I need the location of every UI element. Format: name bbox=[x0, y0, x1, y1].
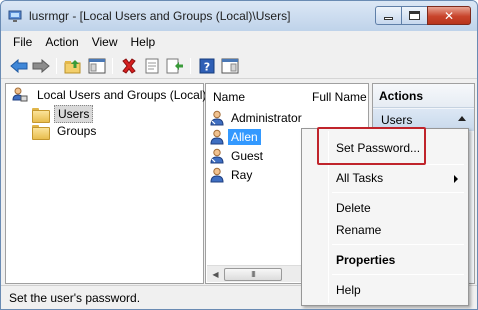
menu-item-help[interactable]: Help bbox=[336, 283, 361, 297]
back-button[interactable] bbox=[9, 57, 29, 75]
submenu-arrow-icon bbox=[454, 175, 458, 183]
minimize-button[interactable] bbox=[375, 6, 401, 25]
actions-section-label: Users bbox=[381, 113, 413, 127]
tree-item-label: Users bbox=[54, 105, 94, 123]
tree-root-item[interactable]: Local Users and Groups (Local) bbox=[12, 87, 209, 103]
column-header-full-name[interactable]: Full Name bbox=[312, 84, 367, 110]
list-item-allen[interactable]: Allen bbox=[210, 128, 261, 146]
minimize-icon bbox=[384, 17, 393, 20]
folder-icon bbox=[32, 124, 50, 140]
list-item-label: Allen bbox=[228, 129, 261, 145]
properties-button[interactable] bbox=[142, 57, 162, 75]
forward-button[interactable] bbox=[31, 57, 51, 75]
user-icon bbox=[210, 148, 224, 164]
delete-icon bbox=[122, 58, 136, 74]
folder-icon bbox=[32, 107, 50, 123]
toolbar-separator bbox=[190, 58, 191, 74]
toolbar: ? bbox=[1, 53, 477, 79]
menu-item-all-tasks[interactable]: All Tasks bbox=[336, 171, 383, 185]
back-icon bbox=[10, 59, 28, 73]
actions-header: Actions bbox=[373, 84, 474, 108]
users-and-groups-icon bbox=[12, 87, 28, 102]
menu-separator bbox=[332, 274, 464, 275]
export-list-button[interactable] bbox=[165, 57, 185, 75]
tree-item-groups[interactable]: Groups bbox=[32, 123, 99, 140]
menu-separator bbox=[332, 192, 464, 193]
menu-help[interactable]: Help bbox=[131, 35, 156, 49]
toolbar-separator bbox=[112, 58, 113, 74]
help-icon: ? bbox=[199, 58, 215, 74]
toolbar-separator bbox=[56, 58, 57, 74]
menu-view[interactable]: View bbox=[92, 35, 118, 49]
show-hide-tree-icon bbox=[88, 58, 106, 74]
list-item-label: Administrator bbox=[231, 111, 302, 125]
maximize-icon bbox=[409, 11, 420, 20]
console-tree-pane: Local Users and Groups (Local) Users Gro… bbox=[5, 83, 206, 284]
status-text: Set the user's password. bbox=[9, 291, 141, 305]
list-item-label: Ray bbox=[231, 168, 253, 182]
menu-item-rename[interactable]: Rename bbox=[336, 223, 381, 237]
scroll-left-icon[interactable]: ◀ bbox=[208, 267, 223, 282]
export-list-icon bbox=[166, 58, 183, 74]
menu-separator bbox=[332, 244, 464, 245]
show-hide-console-tree-button[interactable] bbox=[87, 57, 107, 75]
menu-item-properties[interactable]: Properties bbox=[336, 253, 395, 267]
up-folder-icon bbox=[64, 60, 81, 74]
up-one-level-button[interactable] bbox=[63, 57, 83, 75]
show-hide-action-pane-button[interactable] bbox=[220, 57, 240, 75]
menu-bar: File Action View Help bbox=[1, 31, 477, 53]
computer-management-icon bbox=[8, 10, 22, 22]
maximize-button[interactable] bbox=[401, 6, 427, 25]
tree-root-label: Local Users and Groups (Local) bbox=[37, 88, 207, 102]
help-button[interactable]: ? bbox=[197, 57, 217, 75]
scroll-thumb[interactable]: III bbox=[224, 268, 282, 281]
window-controls: ✕ bbox=[375, 6, 471, 26]
tree-item-users[interactable]: Users bbox=[32, 105, 94, 123]
list-item-ray[interactable]: Ray bbox=[210, 166, 255, 184]
collapse-caret-icon[interactable] bbox=[458, 116, 466, 121]
list-item-guest[interactable]: Guest bbox=[210, 147, 266, 165]
properties-icon bbox=[145, 58, 159, 74]
window-title: lusrmgr - [Local Users and Groups (Local… bbox=[29, 9, 291, 23]
highlight-annotation bbox=[317, 127, 426, 165]
list-item-label: Guest bbox=[231, 149, 264, 163]
title-bar[interactable]: lusrmgr - [Local Users and Groups (Local… bbox=[1, 1, 477, 31]
column-header-name[interactable]: Name bbox=[213, 84, 245, 110]
forward-icon bbox=[32, 59, 50, 73]
user-icon bbox=[210, 129, 224, 145]
user-icon bbox=[210, 167, 224, 183]
svg-text:?: ? bbox=[204, 61, 210, 74]
lusrmgr-window: lusrmgr - [Local Users and Groups (Local… bbox=[0, 0, 478, 310]
menu-action[interactable]: Action bbox=[45, 35, 78, 49]
list-item-administrator[interactable]: Administrator bbox=[210, 109, 305, 127]
menu-file[interactable]: File bbox=[13, 35, 32, 49]
delete-button[interactable] bbox=[119, 57, 139, 75]
menu-item-delete[interactable]: Delete bbox=[336, 201, 371, 215]
show-hide-action-pane-icon bbox=[221, 58, 239, 74]
user-icon bbox=[210, 110, 224, 126]
tree-item-label: Groups bbox=[57, 124, 97, 138]
close-icon: ✕ bbox=[443, 8, 455, 23]
close-button[interactable]: ✕ bbox=[427, 6, 471, 25]
